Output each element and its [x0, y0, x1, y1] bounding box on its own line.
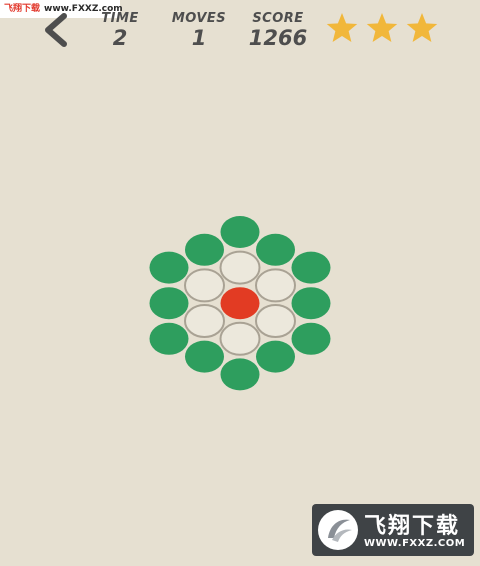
watermark-bottom: 飞翔下载 WWW.FXXZ.COM — [312, 504, 474, 556]
peg-filled[interactable] — [256, 233, 295, 266]
peg-filled[interactable] — [256, 340, 295, 373]
peg-filled[interactable] — [149, 287, 189, 320]
empty-slot[interactable] — [219, 321, 261, 356]
peg-filled[interactable] — [185, 340, 224, 373]
peg-filled[interactable] — [291, 287, 331, 320]
peg-filled[interactable] — [149, 251, 189, 284]
watermark-bottom-site: WWW.FXXZ.COM — [364, 538, 466, 549]
empty-slot[interactable] — [184, 304, 225, 338]
fxxz-logo-icon — [318, 510, 358, 550]
game-board — [149, 216, 331, 391]
peg-filled[interactable] — [291, 322, 331, 355]
empty-slot[interactable] — [255, 268, 296, 303]
empty-slot[interactable] — [184, 268, 225, 303]
peg-filled[interactable] — [149, 322, 189, 355]
peg-filled[interactable] — [220, 216, 260, 248]
peg-filled[interactable] — [220, 358, 260, 391]
empty-slot[interactable] — [255, 304, 296, 338]
empty-slot[interactable] — [219, 250, 261, 285]
peg-filled[interactable] — [185, 233, 224, 266]
watermark-bottom-title: 飞翔下载 — [364, 514, 461, 539]
peg-filled[interactable] — [291, 251, 331, 284]
peg-selected[interactable] — [220, 287, 260, 320]
